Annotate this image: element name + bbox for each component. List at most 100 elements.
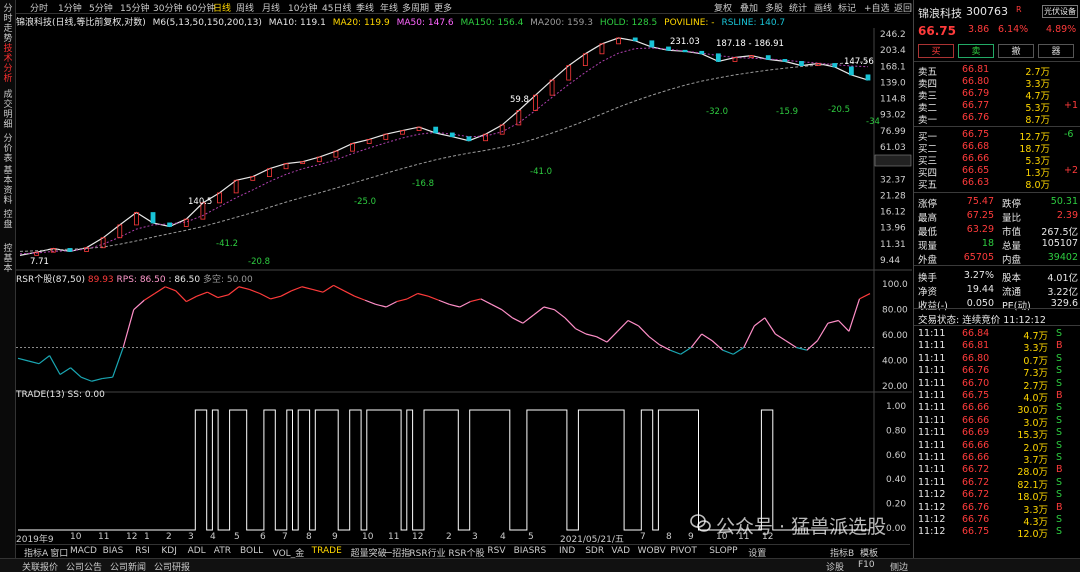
indicator-tab-22[interactable]: SLOPP — [709, 546, 737, 556]
tick-time: 11:11 — [918, 390, 946, 401]
ask-price: 66.77 — [962, 100, 990, 111]
industry-tag[interactable]: 光伏设备 — [1042, 5, 1078, 18]
x-tick-label: 5 — [234, 532, 240, 542]
candle — [715, 53, 721, 62]
indicator-tab-7[interactable]: ATR — [214, 546, 231, 556]
left-tab-0[interactable]: 分时走势 — [1, 4, 15, 44]
rsr-segment — [280, 290, 292, 297]
ask-row: 卖二 66.77 5.3万 +1 — [914, 100, 1080, 114]
bid-price: 66.68 — [962, 141, 990, 152]
period-3[interactable]: 15分钟 — [120, 1, 149, 14]
left-tab-3[interactable]: 分价表 — [1, 134, 15, 164]
price-tick-label: 61.03 — [880, 143, 906, 153]
rsr-segment — [459, 301, 471, 308]
rsr-segment — [364, 299, 376, 305]
indicator-tab-4[interactable]: RSI — [135, 546, 150, 556]
toolbar-btn-1[interactable]: 叠加 — [740, 1, 758, 14]
indicator-tab-17[interactable]: IND — [559, 546, 575, 556]
period-8[interactable]: 月线 — [262, 1, 280, 14]
toolbar-btn-4[interactable]: 画线 — [814, 1, 832, 14]
trade-btn-1[interactable]: 卖 — [958, 44, 994, 58]
indicator-tabs: 指标A 窗口 MACD BIAS RSI KDJ ADL ATR BOLL VOL_金 TRADE 超… — [16, 544, 910, 559]
period-6[interactable]: 日线 — [213, 1, 231, 14]
tick-side: S — [1056, 476, 1063, 488]
indicator-tab-20[interactable]: WOBV — [638, 546, 666, 556]
price-annotation: 140.5 — [188, 197, 212, 207]
toolbar-btn-0[interactable]: 复权 — [714, 1, 732, 14]
period-9[interactable]: 10分钟 — [288, 1, 317, 14]
trade-btn-3[interactable]: 器 — [1038, 44, 1074, 58]
stat-row: 最低 63.29 市值 267.5亿 — [914, 224, 1080, 238]
indicator-tab-5[interactable]: KDJ — [161, 546, 177, 556]
tick-row: 11:11 66.72 82.1万 S — [914, 476, 1080, 491]
ma-title: M6(5,13,50,150,200,13) — [152, 18, 262, 28]
last-price: 66.75 — [918, 24, 956, 38]
bid-label: 买五 — [918, 180, 938, 191]
left-tab-1[interactable]: 技术分析 — [1, 44, 15, 84]
candle — [682, 49, 688, 53]
status-item-2[interactable]: 公司新闻 — [110, 560, 146, 572]
period-14[interactable]: 更多 — [434, 1, 452, 14]
trade-btn-2[interactable]: 撤 — [998, 44, 1034, 58]
period-0[interactable]: 分时 — [30, 1, 48, 14]
period-2[interactable]: 5分钟 — [89, 1, 113, 14]
rsr-segment — [848, 298, 861, 332]
rsr-segment — [638, 325, 650, 338]
status-right-0[interactable]: 诊股 — [826, 560, 844, 572]
toolbar-btn-6[interactable]: +自选 — [864, 1, 890, 14]
indicator-tab-2[interactable]: MACD — [70, 546, 97, 556]
status-right-2[interactable]: 侧边 — [890, 560, 908, 572]
period-5[interactable]: 60分钟 — [186, 1, 215, 14]
rsr-segment — [354, 295, 366, 301]
rsr-segment — [648, 336, 660, 346]
tick-price: 66.72 — [962, 476, 990, 488]
period-13[interactable]: 多周期 — [402, 1, 429, 14]
tick-row: 11:11 66.66 3.0万 S — [914, 415, 1080, 429]
rsr-segment — [333, 284, 345, 292]
wechat-icon — [690, 514, 711, 532]
left-tab-2[interactable]: 成交明细 — [1, 90, 15, 130]
left-tab-4[interactable]: 基本资料 — [1, 166, 15, 206]
price-tick-label: 168.1 — [880, 62, 906, 72]
rsr-segment — [764, 317, 776, 335]
toolbar-btn-2[interactable]: 多股 — [765, 1, 783, 14]
price-pct: 6.14% — [998, 24, 1029, 35]
rsr-segment — [102, 376, 113, 380]
status-right-1[interactable]: F10 — [858, 560, 875, 570]
status-item-1[interactable]: 公司公告 — [66, 560, 102, 572]
x-tick-label: 4 — [500, 532, 506, 542]
period-7[interactable]: 周线 — [236, 1, 254, 14]
indicator-tab-21[interactable]: PIVOT — [670, 546, 697, 556]
toolbar-btn-7[interactable]: 返回 — [894, 1, 912, 14]
status-item-3[interactable]: 公司研报 — [154, 560, 190, 572]
stock-name: 锦浪科技 — [918, 7, 962, 20]
period-11[interactable]: 季线 — [356, 1, 374, 14]
indicator-tab-10[interactable]: TRADE — [312, 546, 342, 556]
indicator-tab-16[interactable]: BIASRS — [514, 546, 547, 556]
hold-value: HOLD: 128.5 — [599, 18, 658, 28]
period-12[interactable]: 年线 — [380, 1, 398, 14]
indicator-tab-18[interactable]: SDR — [585, 546, 604, 556]
indicator-tab-8[interactable]: BOLL — [240, 546, 263, 556]
left-tab-5[interactable]: 控盘 — [1, 210, 15, 230]
indicator-tab-6[interactable]: ADL — [188, 546, 206, 556]
indicator-tab-15[interactable]: RSV — [487, 546, 505, 556]
indicator-tab-19[interactable]: VAD — [611, 546, 630, 556]
toolbar-btn-3[interactable]: 统计 — [789, 1, 807, 14]
tick-price: 66.66 — [962, 452, 990, 463]
trade-title: TRADE(13) — [16, 390, 65, 400]
toolbar-btn-5[interactable]: 标记 — [838, 1, 856, 14]
price-annotation: -32.0 — [706, 107, 728, 117]
status-item-0[interactable]: 关联报价 — [22, 560, 58, 572]
period-1[interactable]: 1分钟 — [58, 1, 82, 14]
ask-change: +1 — [1064, 100, 1079, 111]
indicator-tab-3[interactable]: BIAS — [103, 546, 124, 556]
rsr-segment — [585, 333, 597, 338]
candle — [765, 55, 771, 60]
trade-btn-0[interactable]: 买 — [918, 44, 954, 58]
period-10[interactable]: 45日线 — [322, 1, 351, 14]
left-tab-6[interactable]: 控基本 — [1, 244, 15, 274]
tick-time: 11:11 — [918, 328, 946, 339]
ask-row: 卖三 66.79 4.7万 — [914, 88, 1080, 102]
period-4[interactable]: 30分钟 — [153, 1, 182, 14]
